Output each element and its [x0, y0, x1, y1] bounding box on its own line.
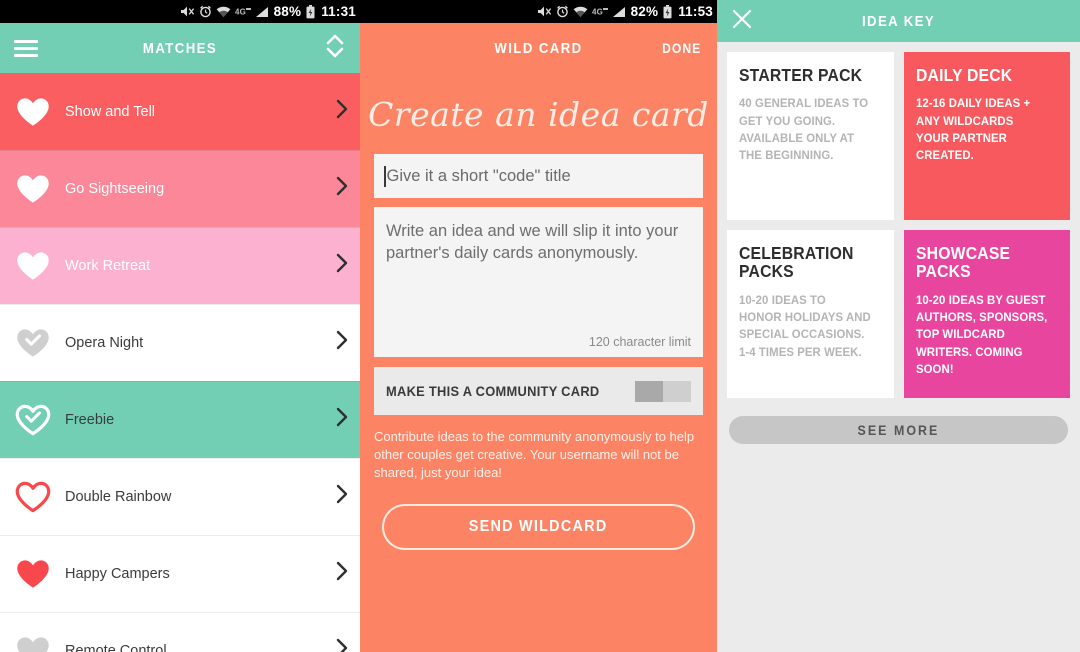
- match-label: Freebie: [65, 411, 115, 428]
- code-title-placeholder: Give it a short "code" title: [386, 166, 571, 185]
- status-icons: 4G: [180, 5, 269, 18]
- wifi-icon: [573, 6, 588, 18]
- alarm-icon: [556, 5, 569, 18]
- battery-icon: [306, 4, 315, 19]
- match-label: Remote Control: [65, 642, 167, 652]
- mute-icon: [537, 5, 552, 18]
- heart-icon: [13, 94, 53, 130]
- lte-icon: 4G: [592, 7, 608, 16]
- community-helper-text: Contribute ideas to the community anonym…: [374, 429, 695, 480]
- wifi-icon: [216, 6, 231, 18]
- text-caret: [384, 165, 386, 187]
- alarm-icon: [199, 5, 212, 18]
- matches-app-bar: MATCHES: [0, 23, 360, 73]
- match-label: Show and Tell: [65, 103, 156, 120]
- heart-icon: [13, 479, 53, 515]
- match-label: Go Sightseeing: [65, 180, 165, 197]
- match-label: Happy Campers: [65, 565, 170, 582]
- hero-heading: Create an idea card: [368, 95, 709, 134]
- battery-percent: 88%: [273, 4, 302, 19]
- page-title: WILD CARD: [494, 39, 583, 57]
- match-row[interactable]: Remote Control: [0, 612, 360, 652]
- idea-key-card-title: DAILY DECK: [915, 65, 1012, 85]
- wildcard-app-bar: WILD CARD DONE: [360, 23, 717, 73]
- code-title-input[interactable]: Give it a short "code" title: [374, 154, 703, 198]
- screen-matches: 4G 88% 11:31 MATCHES Show and Tell Go Sig…: [0, 0, 360, 652]
- see-more-button[interactable]: SEE MORE: [729, 416, 1068, 444]
- wildcard-form: Give it a short "code" title Write an id…: [360, 154, 717, 357]
- match-row[interactable]: Freebie: [0, 381, 360, 458]
- idea-body-input[interactable]: Write an idea and we will slip it into y…: [374, 207, 703, 357]
- screenshot-triptych: 4G 88% 11:31 MATCHES Show and Tell Go Sig…: [0, 0, 1080, 652]
- match-row[interactable]: Double Rainbow: [0, 458, 360, 535]
- idea-key-card-body: 10-20 IDEAS BY GUEST AUTHORS, SPONSORS, …: [915, 292, 1047, 377]
- battery-percent: 82%: [630, 4, 659, 19]
- up-down-chevron-icon[interactable]: [324, 31, 346, 66]
- idea-key-card[interactable]: STARTER PACK 40 GENERAL IDEAS TO GET YOU …: [727, 52, 894, 220]
- idea-key-card-title: SHOWCASE PACKS: [915, 243, 1010, 282]
- heart-icon: [13, 633, 53, 652]
- screen-wildcard: 4G 82% 11:53 WILD CARD DONE Create an id…: [360, 0, 717, 652]
- heart-icon: [13, 248, 53, 284]
- idea-key-card[interactable]: CELEBRATION PACKS 10-20 IDEAS TO HONOR HO…: [727, 230, 894, 398]
- status-icons: 4G: [537, 5, 626, 18]
- chevron-right-icon[interactable]: [336, 484, 348, 509]
- chevron-right-icon[interactable]: [336, 561, 348, 586]
- chevron-right-icon[interactable]: [336, 330, 348, 355]
- screen-idea-key: IDEA KEY STARTER PACK 40 GENERAL IDEAS TO…: [717, 0, 1080, 652]
- match-row[interactable]: Happy Campers: [0, 535, 360, 612]
- character-limit-hint: 120 character limit: [588, 335, 691, 349]
- heart-icon: [13, 402, 53, 438]
- match-label: Double Rainbow: [65, 488, 172, 505]
- status-bar: 4G 88% 11:31: [0, 0, 360, 23]
- done-button[interactable]: DONE: [662, 41, 701, 56]
- clock: 11:31: [321, 4, 356, 19]
- heart-icon: [13, 556, 53, 592]
- idea-key-card-title: STARTER PACK: [739, 65, 863, 85]
- svg-text:4G: 4G: [235, 8, 246, 16]
- chevron-right-icon[interactable]: [336, 176, 348, 201]
- see-more-label: SEE MORE: [857, 422, 940, 438]
- idea-key-card-title: CELEBRATION PACKS: [739, 243, 854, 282]
- close-icon[interactable]: [731, 8, 753, 35]
- svg-text:4G: 4G: [592, 8, 603, 16]
- idea-key-app-bar: IDEA KEY: [717, 0, 1080, 42]
- match-row[interactable]: Go Sightseeing: [0, 150, 360, 227]
- match-row[interactable]: Show and Tell: [0, 73, 360, 150]
- chevron-right-icon[interactable]: [336, 99, 348, 124]
- lte-icon: 4G: [235, 7, 251, 16]
- signal-icon: [612, 6, 626, 18]
- idea-key-card-grid: STARTER PACK 40 GENERAL IDEAS TO GET YOU …: [717, 42, 1080, 398]
- community-card-toggle-row[interactable]: MAKE THIS A COMMUNITY CARD: [374, 367, 703, 415]
- idea-key-card[interactable]: SHOWCASE PACKS 10-20 IDEAS BY GUEST AUTHO…: [903, 230, 1070, 398]
- page-title: IDEA KEY: [861, 12, 936, 30]
- battery-icon: [663, 4, 672, 19]
- send-wildcard-label: SEND WILDCARD: [469, 517, 608, 535]
- idea-key-card[interactable]: DAILY DECK 12-16 DAILY IDEAS + ANY WILDCA…: [903, 52, 1070, 220]
- idea-key-card-body: 40 GENERAL IDEAS TO GET YOU GOING. AVAIL…: [739, 96, 869, 163]
- community-card-toggle[interactable]: [635, 380, 691, 402]
- match-row[interactable]: Work Retreat: [0, 227, 360, 304]
- hamburger-icon[interactable]: [14, 39, 38, 57]
- idea-body-placeholder: Write an idea and we will slip it into y…: [386, 222, 679, 262]
- mute-icon: [180, 5, 195, 18]
- chevron-right-icon[interactable]: [336, 407, 348, 432]
- match-row[interactable]: Opera Night: [0, 304, 360, 381]
- heart-icon: [13, 171, 53, 207]
- status-bar: 4G 82% 11:53: [360, 0, 717, 23]
- page-title: MATCHES: [142, 39, 218, 57]
- match-label: Work Retreat: [65, 257, 151, 274]
- matches-list[interactable]: Show and Tell Go Sightseeing Work Retreat O…: [0, 73, 360, 652]
- heart-icon: [13, 325, 53, 361]
- idea-key-card-body: 10-20 IDEAS TO HONOR HOLIDAYS AND SPECIA…: [739, 292, 871, 359]
- signal-icon: [255, 6, 269, 18]
- clock: 11:53: [678, 4, 713, 19]
- chevron-right-icon[interactable]: [336, 253, 348, 278]
- community-card-label: MAKE THIS A COMMUNITY CARD: [386, 383, 600, 399]
- send-wildcard-button[interactable]: SEND WILDCARD: [382, 503, 695, 550]
- match-label: Opera Night: [65, 334, 144, 351]
- chevron-right-icon[interactable]: [336, 638, 348, 652]
- idea-key-card-body: 12-16 DAILY IDEAS + ANY WILDCARDS YOUR P…: [915, 96, 1030, 163]
